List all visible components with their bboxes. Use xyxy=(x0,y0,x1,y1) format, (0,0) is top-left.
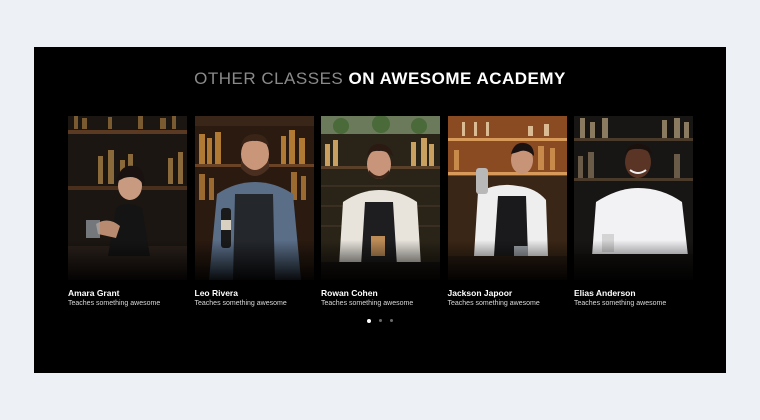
instructor-name[interactable]: Elias Anderson xyxy=(574,288,693,298)
instructor-subtitle: Teaches something awesome xyxy=(194,300,287,307)
carousel-pagination xyxy=(34,312,726,323)
instructor-card[interactable]: Leo Rivera Teaches something awesome xyxy=(194,116,314,307)
other-classes-section: OTHER CLASSES ON AWESOME ACADEMY Amara G… xyxy=(34,47,726,373)
instructor-name[interactable]: Jackson Japoor xyxy=(448,288,567,298)
instructor-name[interactable]: Leo Rivera xyxy=(195,288,314,298)
section-title: OTHER CLASSES ON AWESOME ACADEMY xyxy=(34,69,726,89)
instructor-card[interactable]: Amara Grant Teaches something awesome xyxy=(68,116,187,307)
instructor-subtitle: Teaches something awesome xyxy=(68,300,161,307)
instructor-photo[interactable] xyxy=(321,116,440,280)
instructor-photo[interactable] xyxy=(447,116,567,280)
instructor-card[interactable]: Elias Anderson Teaches something awesome xyxy=(574,116,693,307)
instructor-photo[interactable] xyxy=(574,116,693,280)
section-title-bold: ON AWESOME ACADEMY xyxy=(348,69,566,88)
section-title-light: OTHER CLASSES xyxy=(194,69,344,88)
instructor-name[interactable]: Amara Grant xyxy=(68,288,187,298)
instructor-subtitle: Teaches something awesome xyxy=(447,300,540,307)
carousel-dot-1[interactable] xyxy=(366,318,371,323)
instructor-card[interactable]: Rowan Cohen Teaches something awesome xyxy=(321,116,440,307)
instructor-subtitle: Teaches something awesome xyxy=(574,300,667,307)
carousel-dot-2[interactable] xyxy=(379,319,382,323)
instructor-photo[interactable] xyxy=(194,116,314,280)
instructor-card[interactable]: Jackson Japoor Teaches something awesome xyxy=(447,116,567,307)
instructor-name[interactable]: Rowan Cohen xyxy=(321,288,440,298)
carousel-dot-3[interactable] xyxy=(390,319,394,323)
instructor-photo[interactable] xyxy=(68,116,187,280)
instructor-carousel: Amara Grant Teaches something awesome Le… xyxy=(68,116,726,316)
instructor-subtitle: Teaches something awesome xyxy=(321,300,414,307)
